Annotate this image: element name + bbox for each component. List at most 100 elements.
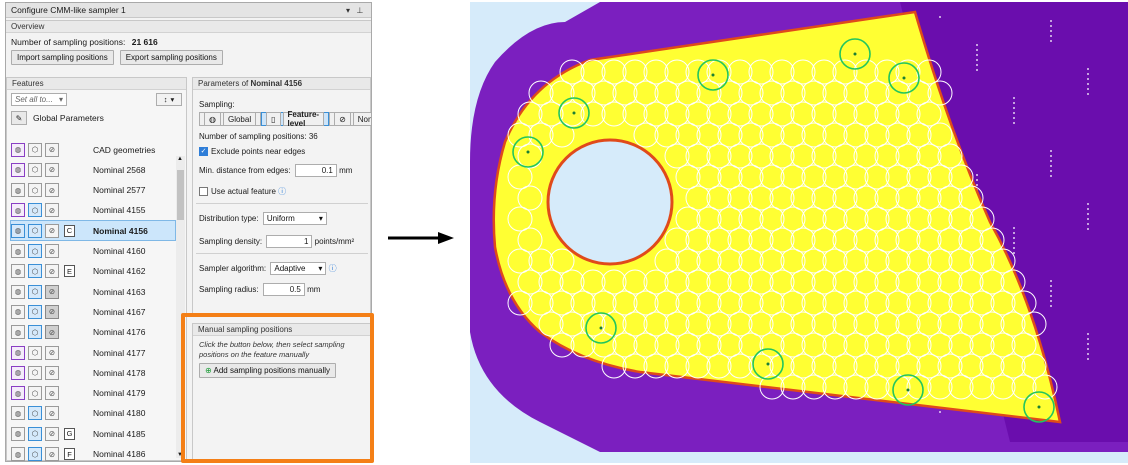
pencil-icon[interactable]: ✎	[11, 111, 27, 125]
globe-icon[interactable]: ◍	[11, 183, 25, 198]
cylinder-icon[interactable]: ⬡	[28, 244, 42, 258]
forbidden-icon[interactable]: ⊘	[45, 406, 59, 421]
cylinder-icon[interactable]: ⬡	[28, 162, 42, 177]
cad-geometries-row[interactable]: ◍ ⬡ ⊘ CAD geometries	[11, 140, 175, 159]
info-icon[interactable]: ⓘ	[329, 264, 337, 273]
globe-icon[interactable]: ◍	[11, 162, 25, 177]
feature-row[interactable]: ◍ ⬡ ⊘ Nominal 4155	[11, 201, 175, 220]
globe-icon[interactable]: ◍	[11, 426, 25, 441]
feature-row[interactable]: ◍ ⬡ ⊘ Nominal 2568	[11, 160, 175, 179]
forbidden-icon[interactable]: ⊘	[45, 304, 59, 319]
forbidden-icon[interactable]: ⊘	[45, 325, 59, 340]
cylinder-icon[interactable]: ⬡	[28, 183, 42, 198]
forbidden-icon[interactable]: ⊘	[45, 162, 59, 177]
cylinder-icon[interactable]: ⬡	[28, 365, 42, 380]
cylinder-icon[interactable]: ⬡	[28, 203, 42, 218]
cylinder-icon[interactable]: ⬡	[28, 406, 42, 421]
feature-row[interactable]: ◍ ⬡ ⊘ Nominal 2577	[11, 181, 175, 200]
surface-point	[1050, 35, 1052, 37]
feature-name: Nominal 4160	[93, 246, 146, 256]
globe-icon[interactable]: ◍	[11, 345, 25, 360]
set-all-dropdown[interactable]: Set all to... ▾	[11, 93, 67, 106]
globe-icon[interactable]: ◍	[11, 142, 25, 157]
cylinder-icon[interactable]: ⬡	[28, 386, 42, 401]
sampler-algorithm-dropdown[interactable]: Adaptive ▾	[270, 262, 327, 275]
surface-point	[1050, 25, 1052, 27]
surface-point	[1050, 150, 1052, 152]
cad-viewport[interactable]	[470, 2, 1128, 463]
globe-icon[interactable]: ◍	[11, 386, 25, 401]
globe-icon[interactable]: ◍	[11, 304, 25, 319]
globe-icon[interactable]: ◍	[11, 244, 25, 258]
sampling-radius-input[interactable]: 0.5	[262, 283, 305, 296]
scrollbar-thumb[interactable]	[177, 170, 184, 220]
globe-icon[interactable]: ◍	[11, 203, 25, 218]
sampling-feature-level-option[interactable]: ▯ Feature-level	[261, 110, 330, 128]
globe-icon[interactable]: ◍	[11, 284, 25, 299]
feature-row[interactable]: ◍ ⬡ ⊘ F Nominal 4186	[11, 445, 175, 461]
feature-row[interactable]: ◍ ⬡ ⊘ E Nominal 4162	[11, 262, 175, 281]
cylinder-icon[interactable]: ⬡	[28, 142, 42, 157]
use-actual-feature-checkbox[interactable]: Use actual feature ⓘ	[199, 186, 286, 197]
feature-row[interactable]: ◍ ⬡ ⊘ Nominal 4167	[11, 302, 175, 321]
globe-icon[interactable]: ◍	[11, 406, 25, 421]
forbidden-icon[interactable]: ⊘	[45, 244, 59, 258]
cylinder-icon[interactable]: ⬡	[28, 284, 42, 299]
surface-point	[1013, 107, 1015, 109]
import-sampling-button[interactable]: Import sampling positions	[11, 50, 114, 65]
pin-icon[interactable]: ⊥	[354, 6, 366, 15]
cylinder-icon[interactable]: ⬡	[28, 345, 42, 360]
export-sampling-button[interactable]: Export sampling positions	[119, 50, 223, 65]
info-icon[interactable]: ⓘ	[278, 187, 286, 196]
sampling-global-option[interactable]: ◍ Global	[199, 112, 262, 126]
overview-header: Overview	[6, 21, 371, 33]
forbidden-icon[interactable]: ⊘	[45, 142, 59, 157]
sampling-density-input[interactable]: 1	[266, 235, 313, 248]
feature-name: Nominal 4177	[93, 347, 146, 358]
forbidden-icon[interactable]: ⊘	[45, 345, 59, 360]
surface-point	[1013, 232, 1015, 234]
feature-row[interactable]: ◍ ⬡ ⊘ Nominal 4179	[11, 384, 175, 403]
forbidden-icon[interactable]: ⊘	[45, 264, 59, 279]
sort-button[interactable]: ↕ ▾	[156, 93, 182, 106]
feature-row[interactable]: ◍ ⬡ ⊘ Nominal 4176	[11, 323, 175, 342]
forbidden-icon[interactable]: ⊘	[45, 386, 59, 401]
cylinder-icon[interactable]: ⬡	[28, 426, 42, 441]
global-parameters-row[interactable]: ✎ Global Parameters	[7, 109, 186, 127]
panel-titlebar: Configure CMM-like sampler 1 ▾ ⊥	[6, 3, 371, 18]
chevron-down-icon[interactable]: ▾	[342, 6, 354, 15]
surface-point	[1087, 213, 1089, 215]
forbidden-icon[interactable]: ⊘	[45, 447, 59, 461]
cylinder-icon[interactable]: ⬡	[28, 304, 42, 319]
surface-point	[1050, 165, 1052, 167]
feature-row[interactable]: ◍ ⬡ ⊘ Nominal 4178	[11, 363, 175, 382]
globe-icon[interactable]: ◍	[11, 264, 25, 279]
forbidden-icon[interactable]: ⊘	[45, 284, 59, 299]
chevron-down-icon: ▾	[318, 214, 323, 223]
globe-icon[interactable]: ◍	[11, 365, 25, 380]
feature-row[interactable]: ◍ ⬡ ⊘ Nominal 4163	[11, 282, 175, 301]
forbidden-icon[interactable]: ⊘	[45, 365, 59, 380]
feature-row[interactable]: ◍ ⬡ ⊘ C Nominal 4156	[10, 220, 176, 242]
globe-icon[interactable]: ◍	[11, 325, 25, 340]
surface-point	[1087, 78, 1089, 80]
sampling-none-option[interactable]: ⊘None	[329, 112, 371, 126]
cylinder-icon[interactable]: ⬡	[28, 223, 42, 238]
forbidden-icon[interactable]: ⊘	[45, 183, 59, 198]
globe-icon[interactable]: ◍	[11, 447, 25, 461]
cylinder-icon[interactable]: ⬡	[28, 325, 42, 340]
distribution-type-dropdown[interactable]: Uniform ▾	[262, 212, 327, 225]
exclude-edges-checkbox[interactable]: ✓ Exclude points near edges	[199, 147, 305, 157]
feature-row[interactable]: ◍ ⬡ ⊘ G Nominal 4185	[11, 424, 175, 443]
forbidden-icon[interactable]: ⊘	[45, 203, 59, 218]
feature-row[interactable]: ◍ ⬡ ⊘ Nominal 4160	[11, 242, 175, 261]
feature-row[interactable]: ◍ ⬡ ⊘ Nominal 4180	[11, 404, 175, 423]
forbidden-icon[interactable]: ⊘	[45, 223, 59, 238]
forbidden-icon[interactable]: ⊘	[45, 426, 59, 441]
globe-icon[interactable]: ◍	[11, 223, 25, 238]
feature-row[interactable]: ◍ ⬡ ⊘ Nominal 4177	[11, 343, 175, 362]
min-distance-input[interactable]: 0.1	[294, 164, 337, 177]
cylinder-icon[interactable]: ⬡	[28, 264, 42, 279]
surface-point	[1013, 97, 1015, 99]
cylinder-icon[interactable]: ⬡	[28, 447, 42, 461]
